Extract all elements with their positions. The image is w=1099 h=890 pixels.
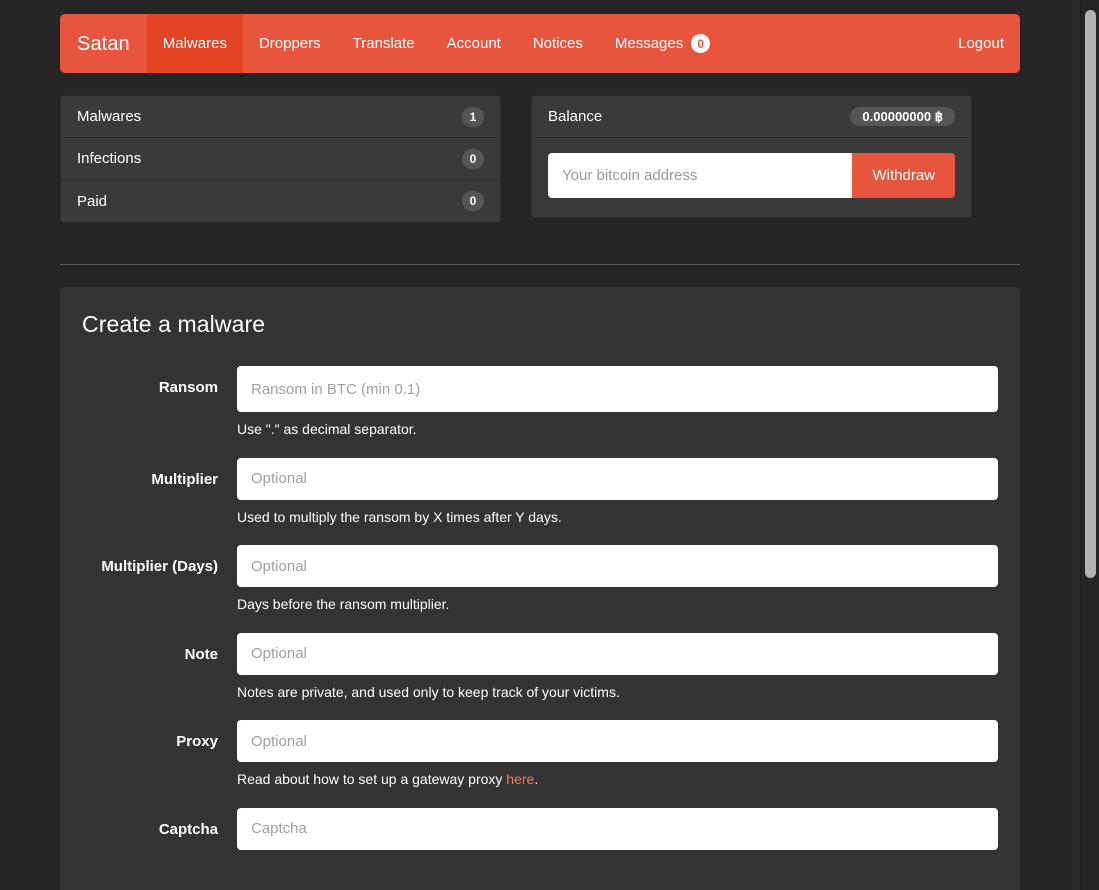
list-item[interactable]: Paid 0 bbox=[61, 180, 500, 222]
brand-link[interactable]: Satan bbox=[60, 14, 147, 73]
list-item[interactable]: Malwares 1 bbox=[61, 96, 500, 138]
note-input[interactable] bbox=[237, 633, 998, 675]
nav-item-messages-label: Messages bbox=[615, 35, 683, 52]
page-scrollbar-thumb[interactable] bbox=[1085, 10, 1096, 578]
balance-panel: Balance 0.00000000 ฿ Withdraw bbox=[531, 95, 972, 218]
page-title: Create a malware bbox=[82, 311, 998, 338]
label-proxy: Proxy bbox=[82, 720, 237, 790]
nav-item-logout[interactable]: Logout bbox=[942, 14, 1020, 73]
form-group-note: Note Notes are private, and used only to… bbox=[82, 633, 998, 703]
help-note: Notes are private, and used only to keep… bbox=[237, 683, 998, 703]
viewport-edge-shade bbox=[1072, 0, 1080, 890]
page-container: Satan Malwares Droppers Translate Accoun… bbox=[60, 0, 1020, 890]
help-multiplier-days: Days before the ransom multiplier. bbox=[237, 595, 998, 615]
nav-item-translate[interactable]: Translate bbox=[337, 14, 431, 73]
proxy-docs-link[interactable]: here bbox=[506, 771, 534, 787]
captcha-input[interactable] bbox=[237, 808, 998, 850]
withdraw-input-group: Withdraw bbox=[548, 153, 955, 198]
label-note: Note bbox=[82, 633, 237, 703]
help-proxy-prefix: Read about how to set up a gateway proxy bbox=[237, 771, 506, 787]
form-group-proxy: Proxy Read about how to set up a gateway… bbox=[82, 720, 998, 790]
stat-label-infections: Infections bbox=[77, 150, 141, 167]
bitcoin-address-input[interactable] bbox=[548, 153, 852, 198]
field-wrap-multiplier: Used to multiply the ransom by X times a… bbox=[237, 458, 998, 528]
create-malware-panel: Create a malware Ransom Use "." as decim… bbox=[60, 287, 1020, 890]
withdraw-button[interactable]: Withdraw bbox=[852, 153, 955, 198]
label-multiplier-days: Multiplier (Days) bbox=[82, 545, 237, 615]
field-wrap-note: Notes are private, and used only to keep… bbox=[237, 633, 998, 703]
balance-panel-heading: Balance 0.00000000 ฿ bbox=[532, 96, 971, 138]
nav-item-messages[interactable]: Messages 0 bbox=[599, 14, 726, 73]
nav-item-droppers[interactable]: Droppers bbox=[243, 14, 337, 73]
label-ransom: Ransom bbox=[82, 366, 237, 440]
navbar-right-group: Logout bbox=[942, 14, 1020, 73]
balance-title: Balance bbox=[548, 108, 602, 125]
balance-amount-badge: 0.00000000 ฿ bbox=[850, 107, 955, 126]
main-navbar: Satan Malwares Droppers Translate Accoun… bbox=[60, 14, 1020, 73]
help-proxy: Read about how to set up a gateway proxy… bbox=[237, 770, 998, 790]
stats-list: Malwares 1 Infections 0 Paid 0 bbox=[60, 95, 501, 223]
stat-label-malwares: Malwares bbox=[77, 108, 141, 125]
nav-item-malwares[interactable]: Malwares bbox=[147, 14, 243, 73]
page-viewport: Satan Malwares Droppers Translate Accoun… bbox=[0, 0, 1080, 890]
form-group-captcha: Captcha bbox=[82, 808, 998, 850]
stat-badge-malwares: 1 bbox=[462, 107, 484, 127]
label-captcha: Captcha bbox=[82, 808, 237, 850]
multiplier-input[interactable] bbox=[237, 458, 998, 500]
label-multiplier: Multiplier bbox=[82, 458, 237, 528]
form-group-multiplier: Multiplier Used to multiply the ransom b… bbox=[82, 458, 998, 528]
help-proxy-suffix: . bbox=[534, 771, 538, 787]
field-wrap-ransom: Use "." as decimal separator. bbox=[237, 366, 998, 440]
stat-badge-infections: 0 bbox=[462, 149, 484, 169]
multiplier-days-input[interactable] bbox=[237, 545, 998, 587]
help-multiplier: Used to multiply the ransom by X times a… bbox=[237, 508, 998, 528]
stats-column: Malwares 1 Infections 0 Paid 0 bbox=[60, 95, 501, 223]
page-scrollbar[interactable] bbox=[1080, 0, 1099, 890]
balance-panel-body: Withdraw bbox=[532, 138, 971, 217]
help-ransom: Use "." as decimal separator. bbox=[237, 420, 998, 440]
form-group-multiplier-days: Multiplier (Days) Days before the ransom… bbox=[82, 545, 998, 615]
field-wrap-proxy: Read about how to set up a gateway proxy… bbox=[237, 720, 998, 790]
proxy-input[interactable] bbox=[237, 720, 998, 762]
field-wrap-captcha bbox=[237, 808, 998, 850]
navbar-left-group: Satan Malwares Droppers Translate Accoun… bbox=[60, 14, 726, 73]
nav-item-account[interactable]: Account bbox=[431, 14, 517, 73]
form-group-ransom: Ransom Use "." as decimal separator. bbox=[82, 366, 998, 440]
ransom-input[interactable] bbox=[237, 366, 998, 412]
stat-label-paid: Paid bbox=[77, 193, 107, 210]
list-item[interactable]: Infections 0 bbox=[61, 138, 500, 180]
section-divider bbox=[60, 264, 1020, 265]
nav-item-notices[interactable]: Notices bbox=[517, 14, 599, 73]
stat-badge-paid: 0 bbox=[462, 191, 484, 211]
balance-column: Balance 0.00000000 ฿ Withdraw bbox=[531, 95, 972, 223]
field-wrap-multiplier-days: Days before the ransom multiplier. bbox=[237, 545, 998, 615]
summary-row: Malwares 1 Infections 0 Paid 0 bbox=[60, 95, 1020, 223]
messages-count-badge: 0 bbox=[691, 34, 710, 53]
